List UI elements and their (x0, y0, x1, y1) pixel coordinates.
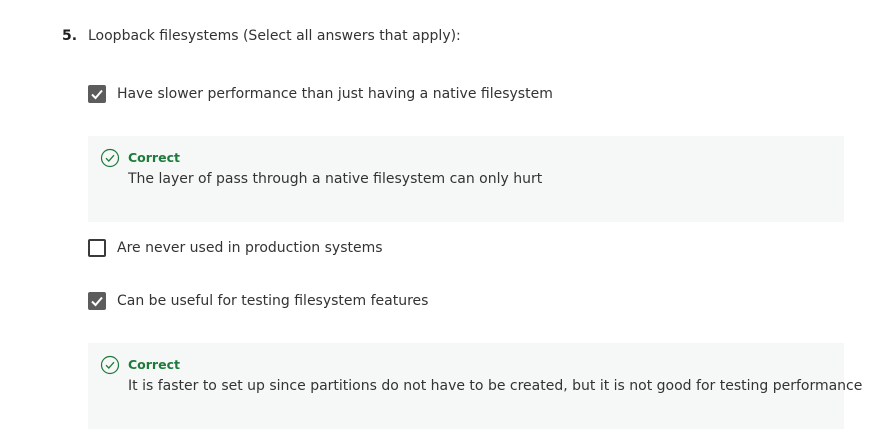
question-number: 5. (62, 28, 78, 44)
correct-circle-icon (100, 355, 120, 375)
option-3-label: Can be useful for testing filesystem fea… (117, 293, 429, 309)
feedback-status: Correct (128, 357, 180, 372)
feedback-text: The layer of pass through a native files… (128, 171, 543, 187)
check-icon (91, 89, 103, 100)
option-2-label: Are never used in production systems (117, 240, 383, 256)
option-1-label: Have slower performance than just having… (117, 86, 553, 102)
option-2-checkbox[interactable] (88, 239, 106, 257)
answer-option-2[interactable]: Are never used in production systems (88, 239, 383, 257)
option-1-feedback: Correct The layer of pass through a nati… (88, 136, 844, 222)
option-1-checkbox[interactable] (88, 85, 106, 103)
feedback-status: Correct (128, 150, 180, 165)
answer-option-1[interactable]: Have slower performance than just having… (88, 85, 553, 103)
option-3-feedback: Correct It is faster to set up since par… (88, 343, 862, 429)
quiz-page: 5. Loopback filesystems (Select all answ… (0, 0, 875, 432)
answer-option-3[interactable]: Can be useful for testing filesystem fea… (88, 292, 428, 310)
option-3-checkbox[interactable] (88, 292, 106, 310)
question: 5. Loopback filesystems (Select all answ… (62, 27, 461, 45)
check-icon (91, 296, 103, 307)
correct-circle-icon (100, 148, 120, 168)
feedback-text: It is faster to set up since partitions … (128, 378, 863, 394)
question-text: Loopback filesystems (Select all answers… (88, 28, 461, 44)
